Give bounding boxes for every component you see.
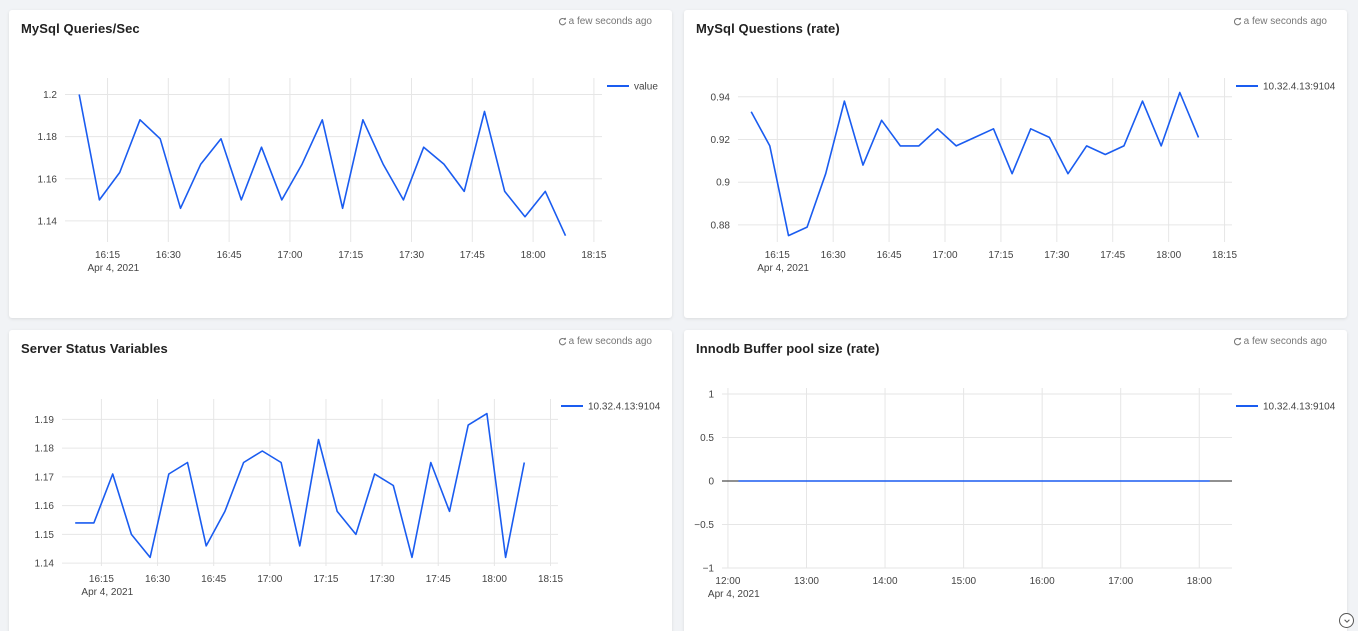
y-tick-label: 1.2	[43, 90, 57, 101]
line-chart: 16:15 16:30 16:45 17:00 17:15 17:30 17:45 18:00…	[35, 399, 661, 598]
y-tick-label: 0.88	[711, 220, 731, 231]
x-tick-label: 14:00	[873, 576, 898, 587]
y-tick-label: 1.14	[38, 216, 58, 227]
x-tick-label: 13:00	[794, 576, 819, 587]
x-tick-label: 18:00	[482, 574, 507, 585]
x-tick-label: 18:00	[521, 250, 546, 261]
x-tick-label: 16:15	[765, 250, 790, 261]
panel-innodb-buffer: Innodb Buffer pool size (rate) a few sec…	[684, 330, 1347, 631]
x-tick-label: 17:30	[399, 250, 424, 261]
y-tick-label: −0.5	[694, 520, 714, 531]
line-chart: 16:15 16:30 16:45 17:00 17:15 17:30 17:45 18:00…	[711, 78, 1336, 274]
x-tick-label: 16:15	[89, 574, 114, 585]
x-tick-label: 18:15	[581, 250, 606, 261]
y-tick-label: 1.18	[35, 444, 55, 455]
x-tick-label: 17:00	[1108, 576, 1133, 587]
y-tick-label: 1.17	[35, 472, 55, 483]
x-tick-label: 16:45	[877, 250, 902, 261]
y-tick-label: 0	[708, 477, 714, 488]
x-tick-label: 18:15	[538, 574, 563, 585]
x-tick-label: 17:15	[988, 250, 1013, 261]
panel-mysql-queries: MySql Queries/Sec a few seconds ago 16:1…	[9, 10, 672, 318]
series-line	[78, 94, 567, 237]
y-tick-label: 1.18	[38, 132, 58, 143]
x-tick-label: 17:00	[277, 250, 302, 261]
x-tick-label: 17:45	[1100, 250, 1125, 261]
legend-label: 10.32.4.13:9104	[1263, 82, 1336, 93]
y-tick-label: 1.15	[35, 530, 55, 541]
x-tick-label: 18:00	[1156, 250, 1181, 261]
chevron-down-circle-icon	[1343, 618, 1350, 623]
legend-label: value	[634, 82, 658, 93]
x-date-label: Apr 4, 2021	[81, 587, 133, 598]
x-tick-label: 17:30	[370, 574, 395, 585]
scroll-down-button[interactable]	[1339, 613, 1354, 628]
series-line	[75, 412, 526, 559]
y-tick-label: 0.9	[716, 178, 730, 189]
y-tick-label: 1	[708, 390, 714, 401]
y-tick-label: 1.14	[35, 559, 55, 570]
y-tick-label: 0.94	[711, 92, 731, 103]
x-tick-label: 12:00	[715, 576, 740, 587]
x-tick-label: 16:30	[156, 250, 181, 261]
x-tick-label: 16:30	[145, 574, 170, 585]
x-date-label: Apr 4, 2021	[757, 263, 809, 274]
x-tick-label: 16:15	[95, 250, 120, 261]
legend-label: 10.32.4.13:9104	[1263, 402, 1336, 413]
x-tick-label: 16:00	[1030, 576, 1055, 587]
x-tick-label: 17:30	[1044, 250, 1069, 261]
x-tick-label: 18:15	[1212, 250, 1237, 261]
x-tick-label: 16:30	[821, 250, 846, 261]
y-tick-label: 0.92	[711, 135, 731, 146]
y-tick-label: 1.16	[35, 501, 55, 512]
x-date-label: Apr 4, 2021	[88, 263, 140, 274]
line-chart: 16:15 16:30 16:45 17:00 17:15 17:30 17:45 18:00…	[38, 78, 658, 274]
y-tick-label: 1.16	[38, 174, 58, 185]
legend-label: 10.32.4.13:9104	[588, 402, 661, 413]
y-tick-label: 1.19	[35, 415, 55, 426]
x-tick-label: 16:45	[201, 574, 226, 585]
panel-server-status: Server Status Variables a few seconds ag…	[9, 330, 672, 631]
x-tick-label: 17:00	[932, 250, 957, 261]
line-chart: 12:00 13:00 14:00 15:00 16:00 17:00 18:00 Apr 4…	[694, 388, 1336, 600]
y-tick-label: −1	[703, 564, 715, 575]
x-date-label: Apr 4, 2021	[708, 589, 760, 600]
x-tick-label: 16:45	[217, 250, 242, 261]
x-tick-label: 17:45	[460, 250, 485, 261]
x-tick-label: 17:00	[257, 574, 282, 585]
x-tick-label: 17:45	[426, 574, 451, 585]
y-tick-label: 0.5	[700, 433, 714, 444]
x-tick-label: 15:00	[951, 576, 976, 587]
x-tick-label: 17:15	[313, 574, 338, 585]
panel-mysql-questions: MySql Questions (rate) a few seconds ago…	[684, 10, 1347, 318]
series-line	[750, 91, 1200, 237]
x-tick-label: 17:15	[338, 250, 363, 261]
x-tick-label: 18:00	[1187, 576, 1212, 587]
